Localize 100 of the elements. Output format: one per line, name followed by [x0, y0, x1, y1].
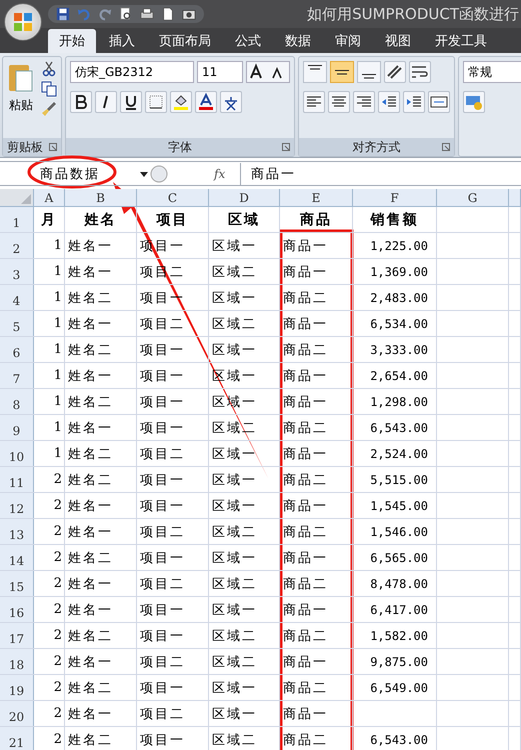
table-cell-text: 姓名一 [67, 602, 113, 618]
ribbon-tab[interactable]: 开始 [48, 29, 96, 53]
ribbon-tab[interactable]: 插入 [98, 29, 146, 53]
ribbon-tab[interactable]: 开发工具 [424, 29, 498, 53]
ribbon-tab[interactable]: 公式 [224, 29, 272, 53]
vertical-align-button[interactable] [303, 61, 327, 83]
scissors-icon[interactable] [41, 61, 57, 77]
table-cell-text: 姓名二 [67, 446, 113, 462]
decrease-indent-icon[interactable] [378, 91, 400, 113]
orientation-icon[interactable] [384, 61, 406, 83]
row-header[interactable]: 20 [0, 701, 34, 726]
table-cell-text: 姓名一 [67, 706, 113, 722]
font-color-icon[interactable] [195, 91, 217, 113]
ribbon-tab[interactable]: 数据 [274, 29, 322, 53]
table-cell-text: 项目一 [139, 290, 185, 306]
phonetic-guide-icon[interactable] [220, 91, 242, 113]
fill-color-icon[interactable] [170, 91, 192, 113]
column-header[interactable]: A [34, 189, 65, 206]
table-cell-text: 区域一 [211, 446, 257, 462]
row-header[interactable]: 14 [0, 545, 34, 570]
row-header[interactable]: 7 [0, 363, 34, 388]
row-header[interactable]: 16 [0, 597, 34, 622]
row-header[interactable]: 4 [0, 285, 34, 310]
camera-icon[interactable] [182, 7, 196, 21]
table-cell-text: 区域二 [211, 654, 257, 670]
row-header[interactable]: 1 [0, 207, 34, 232]
table-cell-text: 1,298.00 [369, 394, 428, 408]
row-header[interactable]: 19 [0, 675, 34, 700]
column-header[interactable]: C [137, 189, 209, 206]
wrap-text-icon[interactable] [409, 61, 431, 83]
table-cell-text: 项目一 [139, 732, 185, 748]
row-header[interactable]: 12 [0, 493, 34, 518]
italic-icon[interactable] [95, 91, 117, 113]
column-header[interactable]: F [353, 189, 437, 206]
align-right-icon[interactable] [353, 91, 375, 113]
font-size-field[interactable]: 11 [197, 61, 243, 83]
table-cell-text: 姓名一 [67, 316, 113, 332]
row-header[interactable]: 6 [0, 337, 34, 362]
page-icon[interactable] [161, 7, 175, 21]
underline-icon[interactable] [120, 91, 142, 113]
table-cell-text: 1,546.00 [369, 524, 428, 538]
row-header[interactable]: 13 [0, 519, 34, 544]
table-cell-text: 8,478.00 [369, 576, 428, 590]
table-cell-text: 项目二 [139, 316, 185, 332]
table-cell-text: 2 [54, 524, 63, 539]
table-cell-text: 项目二 [139, 524, 185, 540]
ribbon-tab[interactable]: 视图 [374, 29, 422, 53]
row-header[interactable]: 5 [0, 311, 34, 336]
row-header[interactable]: 17 [0, 623, 34, 648]
print-preview-icon[interactable] [119, 7, 133, 21]
launcher-icon[interactable] [49, 143, 57, 151]
ribbon-tab[interactable]: 页面布局 [148, 29, 222, 53]
row-header[interactable]: 10 [0, 441, 34, 466]
merge-cells-icon[interactable] [428, 91, 450, 113]
vertical-align-button[interactable] [357, 61, 381, 83]
row-header[interactable]: 11 [0, 467, 34, 492]
launcher-icon[interactable] [442, 143, 450, 151]
table-cell-text: 区域一 [211, 290, 257, 306]
border-icon[interactable] [145, 91, 167, 113]
name-box[interactable]: 商品数据 [0, 162, 150, 184]
font-name-field[interactable]: 仿宋_GB2312 [70, 61, 194, 83]
table-cell-text: 商品二 [282, 472, 328, 488]
column-header[interactable]: G [437, 189, 509, 206]
number-format-field[interactable]: 常规 [463, 61, 521, 83]
table-cell-text: 区域二 [211, 628, 257, 644]
ribbon-tab[interactable]: 审阅 [324, 29, 372, 53]
row-header[interactable]: 21 [0, 727, 34, 750]
table-cell-text: 区域一 [211, 550, 257, 566]
bold-icon[interactable] [70, 91, 92, 113]
formula-input[interactable]: 商品一 [240, 162, 521, 184]
splitter-handle-icon[interactable] [150, 164, 168, 182]
table-cell-text: 商品一 [282, 264, 328, 280]
launcher-icon[interactable] [282, 143, 290, 151]
dropdown-arrow-icon[interactable] [140, 172, 148, 176]
column-header[interactable]: D [209, 189, 280, 206]
column-header[interactable]: E [280, 189, 353, 206]
grow-font-icon[interactable] [246, 61, 290, 83]
row-header[interactable]: 15 [0, 571, 34, 596]
insert-function-button[interactable]: fx [214, 166, 240, 180]
table-cell-text: 姓名一 [67, 498, 113, 514]
row-header[interactable]: 8 [0, 389, 34, 414]
row-header[interactable]: 3 [0, 259, 34, 284]
row-header[interactable]: 9 [0, 415, 34, 440]
save-icon[interactable] [56, 7, 70, 21]
increase-indent-icon[interactable] [403, 91, 425, 113]
table-cell-text: 姓名一 [67, 264, 113, 280]
brush-icon[interactable] [41, 101, 57, 117]
paste-button[interactable]: 粘贴 [7, 61, 35, 134]
align-left-icon[interactable] [303, 91, 325, 113]
row-header[interactable]: 18 [0, 649, 34, 674]
table-cell-text: 9,875.00 [369, 654, 428, 668]
table-cell-text: 商品二 [282, 342, 328, 358]
row-header[interactable]: 2 [0, 233, 34, 258]
office-button[interactable] [4, 3, 42, 41]
align-center-icon[interactable] [328, 91, 350, 113]
copy-icon[interactable] [41, 81, 57, 97]
currency-icon[interactable] [463, 91, 485, 113]
printer-icon[interactable] [140, 7, 154, 21]
vertical-align-button[interactable] [330, 61, 354, 83]
table-cell-text: 2 [54, 472, 63, 487]
